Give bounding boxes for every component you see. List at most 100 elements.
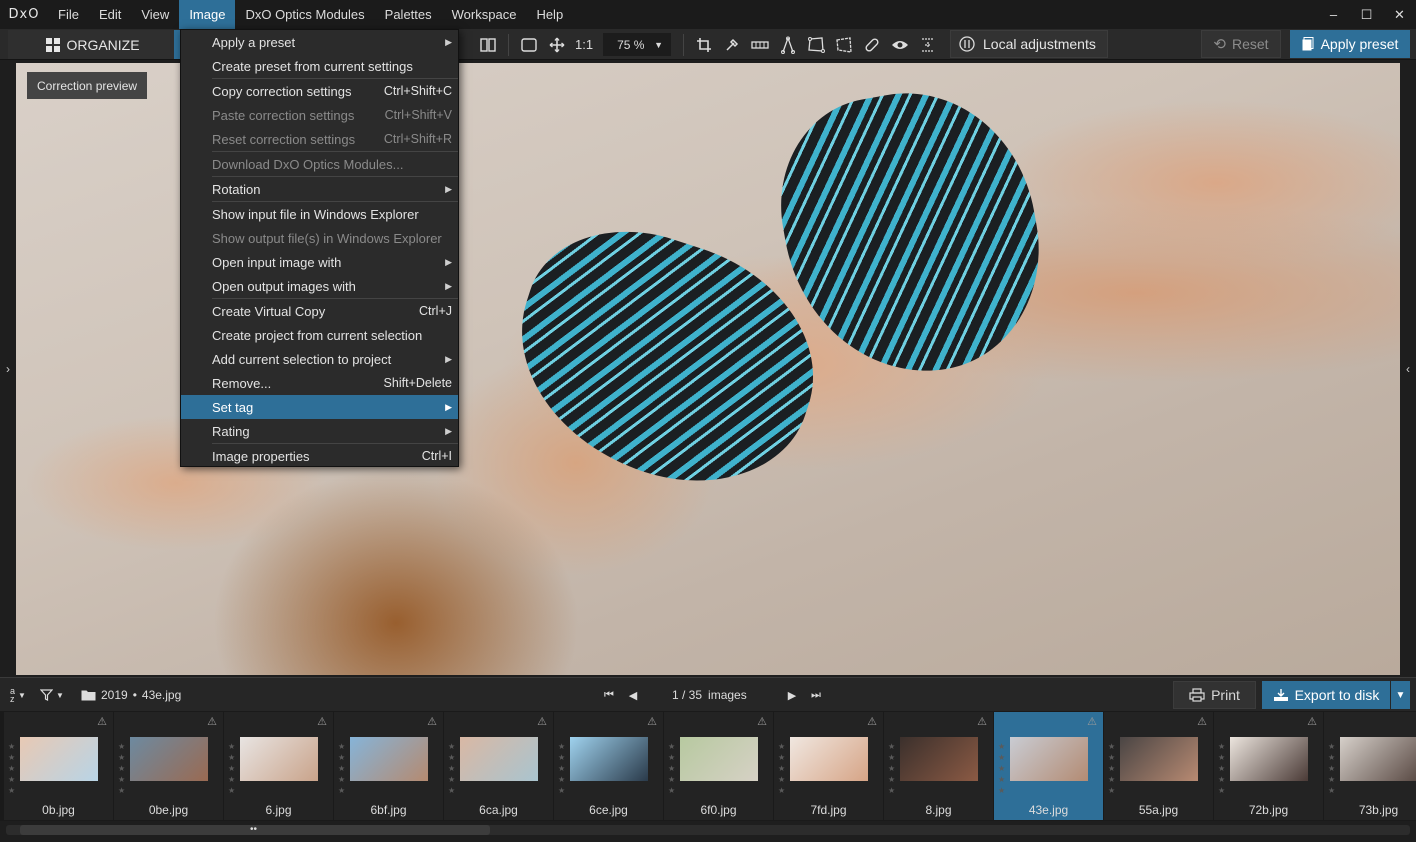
menu-item-show-output-files[interactable]: Show output file(s) in Windows Explorer xyxy=(181,226,458,250)
rating-stars[interactable]: ★ ★ ★ ★ ★ xyxy=(558,742,565,795)
star-icon[interactable]: ★ xyxy=(778,742,785,751)
thumbnail[interactable]: ★ ★ ★ ★ ★ ⚠ 6ca.jpg xyxy=(444,712,553,820)
previous-image-icon[interactable]: ◀ xyxy=(621,689,645,702)
star-icon[interactable]: ★ xyxy=(228,742,235,751)
move-icon[interactable] xyxy=(543,29,571,60)
star-icon[interactable]: ★ xyxy=(1218,764,1225,773)
rating-stars[interactable]: ★ ★ ★ ★ ★ xyxy=(118,742,125,795)
star-icon[interactable]: ★ xyxy=(1218,753,1225,762)
perspective-icon[interactable] xyxy=(802,29,830,60)
star-icon[interactable]: ★ xyxy=(558,753,565,762)
masked-display-icon[interactable] xyxy=(914,29,942,60)
star-icon[interactable]: ★ xyxy=(228,764,235,773)
thumbnail-image[interactable] xyxy=(1010,737,1088,781)
star-icon[interactable]: ★ xyxy=(1108,764,1115,773)
local-adjustments-button[interactable]: Local adjustments xyxy=(950,30,1108,58)
menu-item-create-preset[interactable]: Create preset from current settings xyxy=(181,54,458,78)
menu-item-show-input-file[interactable]: Show input file in Windows Explorer xyxy=(181,202,458,226)
star-icon[interactable]: ★ xyxy=(448,742,455,751)
menu-file[interactable]: File xyxy=(48,0,89,29)
star-icon[interactable]: ★ xyxy=(338,786,345,795)
thumbnail[interactable]: ★ ★ ★ ★ ★ ⚠ 6.jpg xyxy=(224,712,333,820)
star-icon[interactable]: ★ xyxy=(8,742,15,751)
star-icon[interactable]: ★ xyxy=(1328,753,1335,762)
star-icon[interactable]: ★ xyxy=(558,764,565,773)
menu-item-rating[interactable]: Rating ▶ xyxy=(181,419,458,443)
star-icon[interactable]: ★ xyxy=(998,786,1005,795)
star-icon[interactable]: ★ xyxy=(118,775,125,784)
star-icon[interactable]: ★ xyxy=(1108,775,1115,784)
star-icon[interactable]: ★ xyxy=(1108,742,1115,751)
star-icon[interactable]: ★ xyxy=(668,753,675,762)
star-icon[interactable]: ★ xyxy=(888,742,895,751)
thumbnail-image[interactable] xyxy=(900,737,978,781)
menu-item-create-project[interactable]: Create project from current selection xyxy=(181,323,458,347)
thumbnail-image[interactable] xyxy=(1340,737,1416,781)
star-icon[interactable]: ★ xyxy=(998,764,1005,773)
star-icon[interactable]: ★ xyxy=(1218,775,1225,784)
star-icon[interactable]: ★ xyxy=(448,753,455,762)
thumbnail-image[interactable] xyxy=(570,737,648,781)
organize-tab[interactable]: ORGANIZE xyxy=(8,30,178,59)
star-icon[interactable]: ★ xyxy=(8,753,15,762)
white-balance-picker-icon[interactable] xyxy=(718,29,746,60)
thumbnail[interactable]: ★ ★ ★ ★ ★ ⚠ 55a.jpg xyxy=(1104,712,1213,820)
star-icon[interactable]: ★ xyxy=(448,786,455,795)
thumbnail[interactable]: ★ ★ ★ ★ ★ ⚠ 43e.jpg xyxy=(994,712,1103,820)
menu-item-paste-correction-settings[interactable]: Paste correction settings Ctrl+Shift+V xyxy=(181,103,458,127)
next-image-icon[interactable]: ▶ xyxy=(780,689,804,702)
star-icon[interactable]: ★ xyxy=(338,764,345,773)
fit-to-screen-icon[interactable] xyxy=(515,29,543,60)
star-icon[interactable]: ★ xyxy=(1328,775,1335,784)
star-icon[interactable]: ★ xyxy=(778,786,785,795)
star-icon[interactable]: ★ xyxy=(1108,786,1115,795)
star-icon[interactable]: ★ xyxy=(1218,742,1225,751)
star-icon[interactable]: ★ xyxy=(558,742,565,751)
star-icon[interactable]: ★ xyxy=(118,786,125,795)
rating-stars[interactable]: ★ ★ ★ ★ ★ xyxy=(778,742,785,795)
export-to-disk-button[interactable]: Export to disk xyxy=(1262,681,1390,709)
rating-stars[interactable]: ★ ★ ★ ★ ★ xyxy=(1108,742,1115,795)
rating-stars[interactable]: ★ ★ ★ ★ ★ xyxy=(668,742,675,795)
thumbnail[interactable]: ★ ★ ★ ★ ★ ⚠ 0b.jpg xyxy=(4,712,113,820)
thumbnail-image[interactable] xyxy=(1230,737,1308,781)
star-icon[interactable]: ★ xyxy=(448,764,455,773)
rating-stars[interactable]: ★ ★ ★ ★ ★ xyxy=(338,742,345,795)
star-icon[interactable]: ★ xyxy=(558,786,565,795)
thumbnail[interactable]: ★ ★ ★ ★ ★ ⚠ 8.jpg xyxy=(884,712,993,820)
star-icon[interactable]: ★ xyxy=(778,775,785,784)
star-icon[interactable]: ★ xyxy=(8,764,15,773)
star-icon[interactable]: ★ xyxy=(228,753,235,762)
menu-help[interactable]: Help xyxy=(526,0,573,29)
thumbnail-image[interactable] xyxy=(1120,737,1198,781)
star-icon[interactable]: ★ xyxy=(338,753,345,762)
thumbnail[interactable]: ★ ★ ★ ★ ★ ⚠ 6f0.jpg xyxy=(664,712,773,820)
star-icon[interactable]: ★ xyxy=(118,742,125,751)
thumbnail[interactable]: ★★★★★⚠73b.jpg xyxy=(1324,712,1416,820)
star-icon[interactable]: ★ xyxy=(1108,753,1115,762)
menu-item-add-to-project[interactable]: Add current selection to project ▶ xyxy=(181,347,458,371)
star-icon[interactable]: ★ xyxy=(998,753,1005,762)
menu-item-reset-correction-settings[interactable]: Reset correction settings Ctrl+Shift+R xyxy=(181,127,458,151)
star-icon[interactable]: ★ xyxy=(888,775,895,784)
star-icon[interactable]: ★ xyxy=(1328,764,1335,773)
star-icon[interactable]: ★ xyxy=(778,753,785,762)
perspective-rect-icon[interactable] xyxy=(830,29,858,60)
menu-item-remove[interactable]: Remove... Shift+Delete xyxy=(181,371,458,395)
thumbnail-image[interactable] xyxy=(350,737,428,781)
star-icon[interactable]: ★ xyxy=(668,742,675,751)
star-icon[interactable]: ★ xyxy=(998,775,1005,784)
menu-workspace[interactable]: Workspace xyxy=(442,0,527,29)
star-icon[interactable]: ★ xyxy=(338,775,345,784)
star-icon[interactable]: ★ xyxy=(888,786,895,795)
rating-stars[interactable]: ★ ★ ★ ★ ★ xyxy=(448,742,455,795)
one-to-one-button[interactable]: 1:1 xyxy=(571,37,597,52)
thumbnail-image[interactable] xyxy=(790,737,868,781)
rating-stars[interactable]: ★ ★ ★ ★ ★ xyxy=(1328,742,1335,795)
horizon-icon[interactable] xyxy=(746,29,774,60)
thumbnail[interactable]: ★ ★ ★ ★ ★ ⚠ 6ce.jpg xyxy=(554,712,663,820)
star-icon[interactable]: ★ xyxy=(888,753,895,762)
rating-stars[interactable]: ★ ★ ★ ★ ★ xyxy=(1218,742,1225,795)
star-icon[interactable]: ★ xyxy=(228,786,235,795)
menu-item-download-optics-modules[interactable]: Download DxO Optics Modules... xyxy=(181,152,458,176)
